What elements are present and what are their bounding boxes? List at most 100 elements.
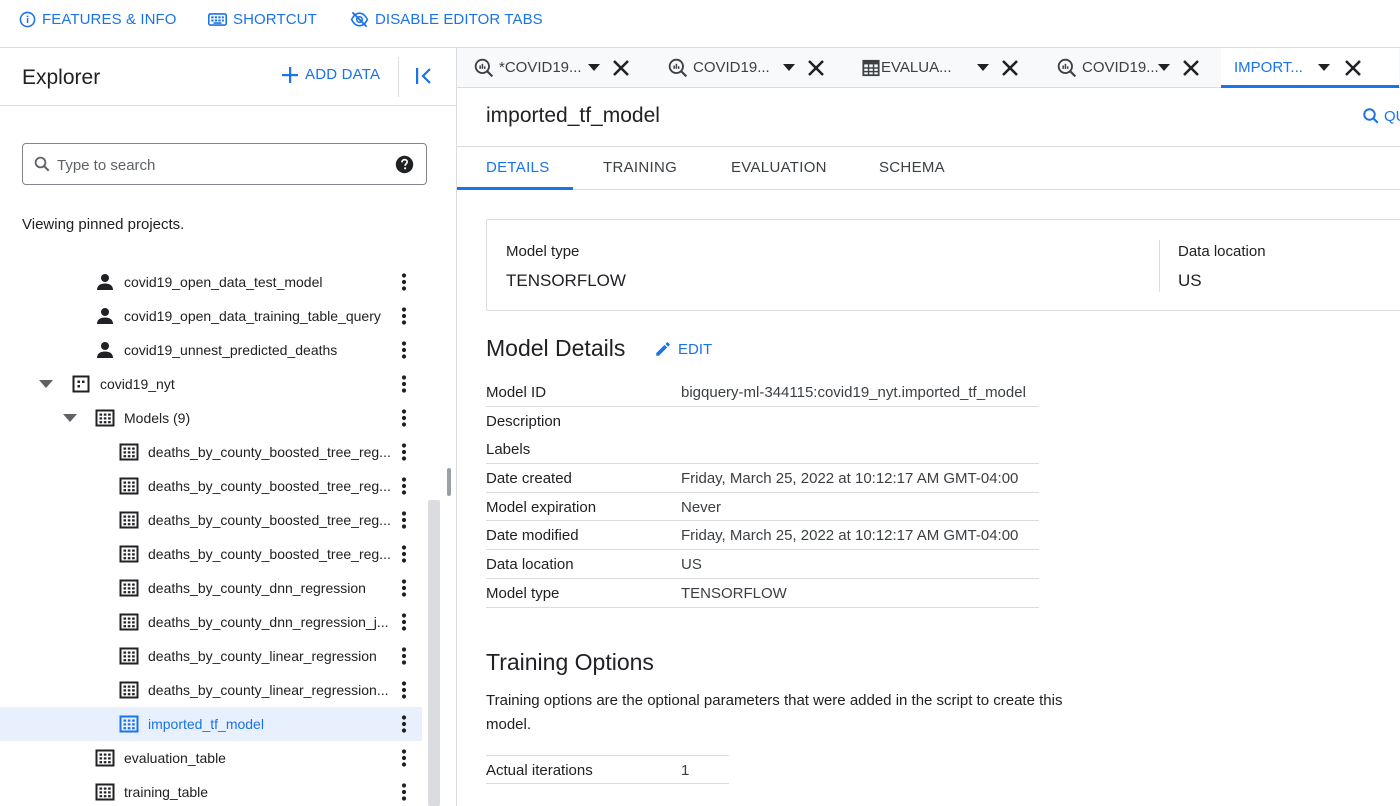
edit-details-button[interactable]: EDIT <box>654 340 712 358</box>
query-icon <box>1057 58 1077 78</box>
details-key: Description <box>486 412 562 430</box>
details-key: Model ID <box>486 384 547 401</box>
more-vert-icon[interactable] <box>398 612 410 632</box>
more-vert-icon[interactable] <box>398 510 410 530</box>
tree-row-label: covid19_nyt <box>100 376 175 392</box>
model-icon <box>119 613 139 631</box>
more-vert-icon[interactable] <box>398 272 410 292</box>
caret-down-icon[interactable] <box>38 376 54 392</box>
tree-row[interactable]: training_table <box>0 775 422 806</box>
model-icon <box>119 477 139 495</box>
details-value: TENSORFLOW <box>681 584 787 602</box>
tab-evaluation[interactable]: EVALUATION <box>731 159 827 176</box>
more-vert-icon[interactable] <box>398 306 410 326</box>
features-info-button[interactable]: FEATURES & INFO <box>19 9 177 29</box>
close-icon[interactable] <box>1001 59 1019 77</box>
tree-row[interactable]: covid19_open_data_training_table_query <box>0 299 422 333</box>
more-vert-icon[interactable] <box>398 340 410 360</box>
add-data-button[interactable]: ADD DATA <box>282 66 380 83</box>
tree-row[interactable]: deaths_by_county_boosted_tree_reg... <box>0 435 422 469</box>
tree-row[interactable]: evaluation_table <box>0 741 422 775</box>
more-vert-icon[interactable] <box>398 442 410 462</box>
model-details-table: Model ID bigquery-ml-344115:covid19_nyt.i… <box>486 378 1039 608</box>
close-icon[interactable] <box>1182 59 1200 77</box>
features-info-label: FEATURES & INFO <box>42 10 177 28</box>
more-vert-icon[interactable] <box>398 714 410 734</box>
editor-tab[interactable]: IMPORT... <box>1221 48 1399 88</box>
editor-tab[interactable]: *COVID19... <box>457 48 651 88</box>
info-icon <box>19 11 36 27</box>
tree-row[interactable]: deaths_by_county_dnn_regression <box>0 571 422 605</box>
person-icon <box>97 342 113 358</box>
training-options-table: Actual iterations 1 <box>486 755 729 784</box>
tree-row[interactable]: deaths_by_county_boosted_tree_reg... <box>0 503 422 537</box>
more-vert-icon[interactable] <box>398 578 410 598</box>
model-summary-card: Model type TENSORFLOW Data location US <box>486 219 1400 311</box>
more-vert-icon[interactable] <box>398 680 410 700</box>
panel-resize-handle[interactable] <box>447 468 451 496</box>
editor-tab[interactable]: COVID19... <box>651 48 846 88</box>
model-title: imported_tf_model <box>486 104 660 127</box>
tree-row-label: covid19_open_data_test_model <box>124 274 323 290</box>
editor-tab[interactable]: EVALUA... <box>846 48 1040 88</box>
editor-tab-label: IMPORT... <box>1234 59 1303 76</box>
details-value: Never <box>681 498 722 516</box>
tree-row[interactable]: deaths_by_county_dnn_regression_j... <box>0 605 422 639</box>
training-options-description: Training options are the optional parame… <box>486 692 1063 733</box>
tree-row[interactable]: deaths_by_county_boosted_tree_reg... <box>0 537 422 571</box>
more-vert-icon[interactable] <box>398 374 410 394</box>
dropdown-arrow-icon[interactable] <box>588 64 600 72</box>
tree-row-label: deaths_by_county_linear_regression <box>148 648 377 664</box>
more-vert-icon[interactable] <box>398 408 410 428</box>
close-icon[interactable] <box>807 59 825 77</box>
more-vert-icon[interactable] <box>398 782 410 802</box>
search-box[interactable] <box>22 143 427 185</box>
tree-row[interactable]: imported_tf_model <box>0 707 422 741</box>
tree-row[interactable]: Models (9) <box>0 401 422 435</box>
tree-row[interactable]: deaths_by_county_linear_regression... <box>0 673 422 707</box>
tab-training[interactable]: TRAINING <box>603 159 677 176</box>
details-value: Friday, March 25, 2022 at 10:12:17 AM GM… <box>681 527 1019 545</box>
tree-row[interactable]: deaths_by_county_linear_regression <box>0 639 422 673</box>
training-option-row: Actual iterations 1 <box>486 756 729 784</box>
tree-row-label: training_table <box>124 784 209 800</box>
tree-row[interactable]: covid19_open_data_test_model <box>0 266 422 299</box>
tree-row-label: deaths_by_county_boosted_tree_reg... <box>148 478 391 494</box>
plus-icon <box>282 66 298 83</box>
more-vert-icon[interactable] <box>398 476 410 496</box>
more-vert-icon[interactable] <box>398 748 410 768</box>
tree-row-label: evaluation_table <box>124 750 226 766</box>
more-vert-icon[interactable] <box>398 544 410 564</box>
caret-down-icon[interactable] <box>62 410 78 426</box>
table-icon <box>95 783 115 801</box>
model-details-heading: Model Details <box>486 335 626 361</box>
tree-row[interactable]: covid19_nyt <box>0 367 422 401</box>
search-input[interactable] <box>57 154 377 176</box>
tab-schema[interactable]: SCHEMA <box>879 159 945 176</box>
dropdown-arrow-icon[interactable] <box>783 64 795 72</box>
tree-row[interactable]: deaths_by_county_boosted_tree_reg... <box>0 469 422 503</box>
disable-editor-tabs-button[interactable]: DISABLE EDITOR TABS <box>350 9 543 29</box>
close-icon[interactable] <box>1344 59 1362 77</box>
dropdown-arrow-icon[interactable] <box>1158 64 1170 72</box>
close-icon[interactable] <box>612 59 630 77</box>
details-key: Data location <box>486 556 574 574</box>
dropdown-arrow-icon[interactable] <box>977 64 989 72</box>
tree-row[interactable]: covid19_unnest_predicted_deaths <box>0 333 422 367</box>
query-model-button[interactable]: QU <box>1362 107 1400 125</box>
tree-row-label: deaths_by_county_boosted_tree_reg... <box>148 546 391 562</box>
help-icon[interactable] <box>395 155 414 174</box>
visibility-off-icon <box>350 11 369 27</box>
disable-editor-tabs-label: DISABLE EDITOR TABS <box>375 10 543 28</box>
tab-details[interactable]: DETAILS <box>486 159 550 176</box>
details-value: bigquery-ml-344115:covid19_nyt.imported_… <box>681 384 1026 401</box>
details-value: US <box>681 556 702 574</box>
details-row: Date modified Friday, March 25, 2022 at 1… <box>486 521 1039 551</box>
editor-tab[interactable]: COVID19... <box>1040 48 1221 88</box>
resource-tree: covid19_open_data_test_model covid19_open… <box>0 266 428 806</box>
tree-scrollbar[interactable] <box>428 500 440 806</box>
shortcut-button[interactable]: SHORTCUT <box>208 9 317 29</box>
dropdown-arrow-icon[interactable] <box>1318 64 1330 72</box>
more-vert-icon[interactable] <box>398 646 410 666</box>
collapse-panel-icon[interactable] <box>414 66 434 86</box>
